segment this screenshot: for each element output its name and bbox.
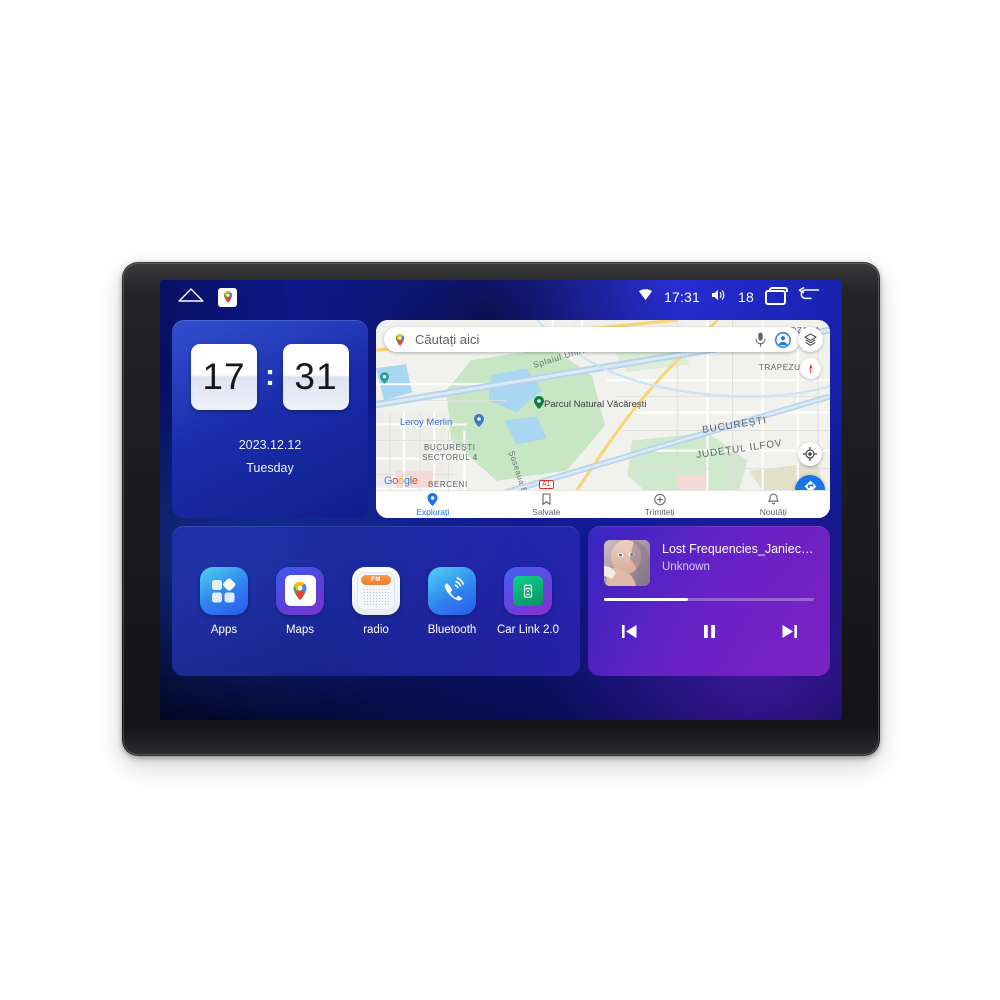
recents-icon[interactable] <box>765 286 788 305</box>
map-bottom-nav: Explorați Salvate Trimiteți Noutăți <box>376 490 830 518</box>
status-time: 17:31 <box>663 289 701 305</box>
map-search-bar[interactable]: Căutați aici <box>384 327 800 352</box>
map-layers-button[interactable] <box>798 327 823 352</box>
device-screen: 17:31 18 17 : 31 2023.12.12 Tuesday Parc… <box>160 280 842 720</box>
volume-level: 18 <box>738 289 754 305</box>
map-widget[interactable]: Parcul Natural Văcărești Leroy Merlin BU… <box>376 320 830 518</box>
radio-grille <box>363 587 389 605</box>
layers-icon <box>804 333 817 346</box>
music-player-panel[interactable]: Lost Frequencies_Janieck Devy-... Unknow… <box>588 526 830 676</box>
fm-radio-icon: FM <box>352 566 400 615</box>
app-shortcut-maps[interactable]: Maps <box>262 566 338 636</box>
map-nav-explore[interactable]: Explorați <box>376 492 490 517</box>
poi-pin-icon <box>380 372 389 384</box>
clock-hours: 17 <box>191 344 257 410</box>
music-title: Lost Frequencies_Janieck Devy-... <box>662 542 814 556</box>
wifi-icon <box>638 288 653 306</box>
map-nav-updates[interactable]: Noutăți <box>717 492 831 517</box>
status-bar: 17:31 18 <box>160 280 842 314</box>
map-nav-contribute-label: Trimiteți <box>644 506 675 517</box>
contribute-icon <box>654 493 666 505</box>
account-avatar-icon[interactable] <box>774 331 791 348</box>
google-maps-icon <box>276 566 324 615</box>
compass-icon <box>808 363 813 374</box>
music-info: Lost Frequencies_Janieck Devy-... Unknow… <box>604 540 814 586</box>
business-pin-icon <box>474 414 484 427</box>
music-controls <box>604 618 814 644</box>
bookmark-icon <box>542 492 551 505</box>
play-pause-button[interactable] <box>696 618 722 644</box>
music-meta: Lost Frequencies_Janieck Devy-... Unknow… <box>662 540 814 573</box>
app-label-bluetooth: Bluetooth <box>427 623 477 636</box>
pause-icon <box>703 624 715 638</box>
map-pin-icon <box>395 333 405 346</box>
google-maps-icon[interactable] <box>218 287 237 307</box>
home-icon[interactable] <box>178 287 204 307</box>
status-bar-left <box>160 287 237 307</box>
app-shortcuts-panel: Apps Maps FM radio Bluetooth Car Link 2.… <box>172 526 580 676</box>
maps-icon-inner <box>284 575 316 606</box>
next-track-button[interactable] <box>776 618 802 644</box>
car-link-icon-inner <box>513 575 543 606</box>
map-nav-contribute[interactable]: Trimiteți <box>603 493 717 517</box>
app-shortcut-bluetooth[interactable]: Bluetooth <box>414 566 490 636</box>
album-art <box>604 540 650 586</box>
music-progress-bar[interactable] <box>604 598 814 601</box>
my-location-icon <box>803 447 817 461</box>
previous-track-button[interactable] <box>616 618 642 644</box>
music-artist: Unknown <box>662 561 710 573</box>
map-nav-updates-label: Noutăți <box>759 506 787 517</box>
map-nav-explore-label: Explorați <box>416 506 450 517</box>
app-label-car-link: Car Link 2.0 <box>496 623 559 636</box>
car-link-icon <box>504 566 552 615</box>
app-label-radio: radio <box>363 623 389 636</box>
app-shortcut-car-link[interactable]: Car Link 2.0 <box>490 566 566 636</box>
widget-row: 17 : 31 2023.12.12 Tuesday Parcul Natura… <box>172 320 830 518</box>
volume-icon[interactable] <box>711 288 727 307</box>
status-bar-right: 17:31 18 <box>638 286 842 308</box>
previous-track-icon <box>621 624 636 638</box>
car-head-unit-device: 17:31 18 17 : 31 2023.12.12 Tuesday Parc… <box>122 262 880 756</box>
clock-date: 2023.12.12 <box>238 438 302 452</box>
microphone-icon[interactable] <box>755 332 766 347</box>
back-icon[interactable] <box>797 286 820 308</box>
clock-separator: : <box>265 358 275 392</box>
my-location-button[interactable] <box>798 442 822 466</box>
map-nav-saved-label: Salvate <box>532 506 561 517</box>
bluetooth-phone-icon <box>428 566 476 615</box>
map-compass-button[interactable] <box>800 358 821 379</box>
music-progress-fill <box>604 598 688 601</box>
clock-widget[interactable]: 17 : 31 2023.12.12 Tuesday <box>172 320 368 518</box>
app-shortcut-apps[interactable]: Apps <box>186 566 262 636</box>
bell-icon <box>768 492 779 504</box>
clock-day: Tuesday <box>246 461 294 475</box>
google-attribution: Google <box>384 475 418 487</box>
apps-grid-icon <box>200 566 248 615</box>
app-label-apps: Apps <box>210 623 238 636</box>
app-shortcut-radio[interactable]: FM radio <box>338 566 414 636</box>
next-track-icon <box>782 624 797 638</box>
clock-minutes: 31 <box>283 344 349 410</box>
park-pin-icon <box>534 396 544 409</box>
search-input[interactable]: Căutați aici <box>415 332 747 347</box>
app-label-maps: Maps <box>285 623 315 636</box>
explore-pin-icon <box>427 492 438 506</box>
dock-row: Apps Maps FM radio Bluetooth Car Link 2.… <box>172 526 830 676</box>
flip-clock: 17 : 31 <box>172 344 368 410</box>
radio-fm-badge: FM <box>361 574 391 585</box>
map-nav-saved[interactable]: Salvate <box>490 492 604 517</box>
radio-icon-inner: FM <box>357 571 395 610</box>
